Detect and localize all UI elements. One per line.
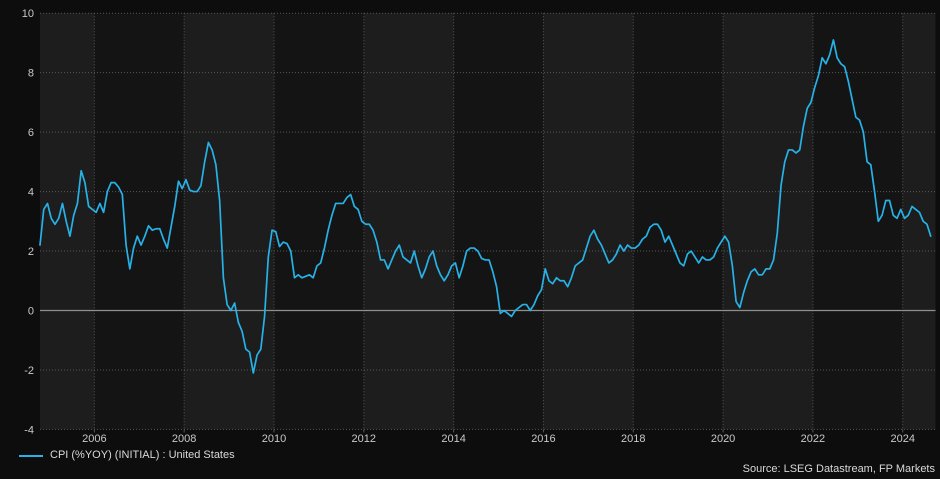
y-tick-label: 0 (28, 305, 34, 317)
band-layer (40, 13, 936, 430)
y-tick-label: 4 (28, 187, 34, 199)
y-tick-label: 8 (28, 68, 34, 80)
y-tick-label: -2 (24, 365, 34, 377)
chart-window: 10 8 6 4 2 0 -2 -4 2006 2008 2010 2012 2014 2016 2018… (0, 0, 940, 479)
cpi-chart: 10 8 6 4 2 0 -2 -4 2006 2008 2010 2012 2014 2016 2018… (22, 8, 936, 445)
x-tick-label: 2012 (352, 433, 376, 445)
legend-line-sample (19, 454, 43, 457)
x-tick-label: 2024 (890, 433, 914, 445)
y-tick-label: 6 (28, 127, 34, 139)
legend: CPI (%YOY) (INITIAL) : United States (19, 449, 235, 462)
x-tick-label: 2006 (82, 433, 106, 445)
y-tick-label: -4 (24, 424, 34, 436)
x-tick-label: 2010 (262, 433, 286, 445)
x-axis-labels: 2006 2008 2010 2012 2014 2016 2018 2020 2022 2024 (82, 433, 915, 445)
x-tick-label: 2022 (801, 433, 825, 445)
source-attribution: Source: LSEG Datastream, FP Markets (742, 463, 935, 475)
y-tick-label: 2 (28, 246, 34, 258)
y-tick-label: 10 (22, 8, 34, 20)
x-tick-label: 2020 (711, 433, 735, 445)
x-tick-label: 2018 (621, 433, 645, 445)
x-tick-label: 2008 (172, 433, 196, 445)
x-tick-label: 2014 (441, 433, 465, 445)
y-axis-labels: 10 8 6 4 2 0 -2 -4 (22, 8, 34, 436)
x-tick-label: 2016 (531, 433, 555, 445)
legend-label: CPI (%YOY) (INITIAL) : United States (50, 449, 235, 461)
